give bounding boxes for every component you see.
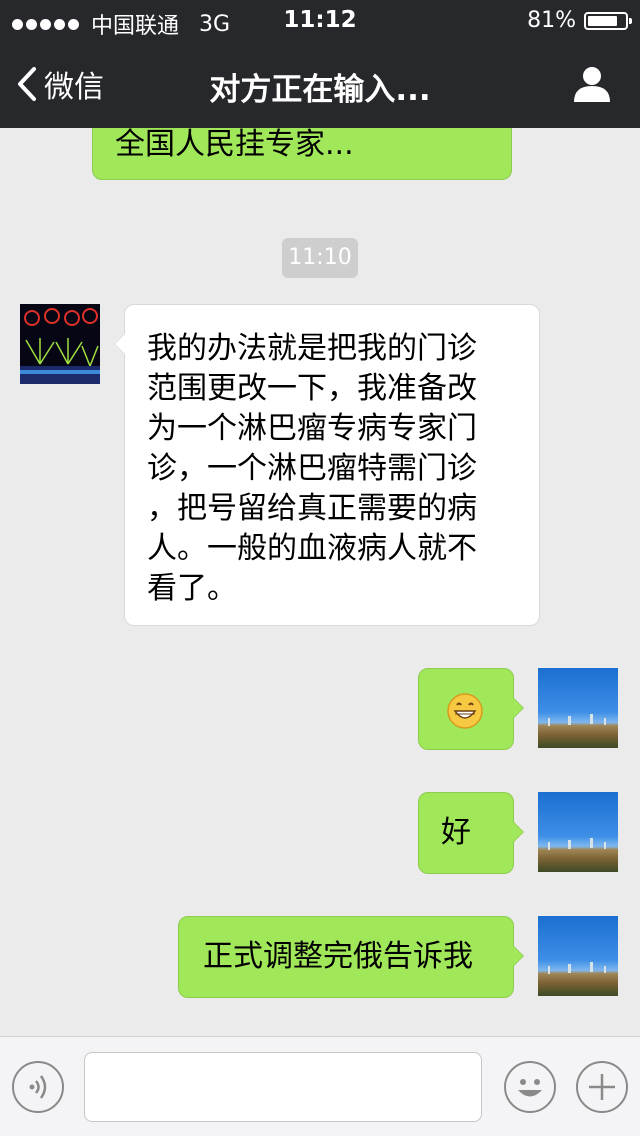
message-line: 我的办法就是把我的门诊 (147, 331, 477, 366)
my-avatar[interactable] (538, 916, 618, 996)
chat-title: 对方正在输入... (209, 72, 431, 108)
received-message-bubble[interactable]: 我的办法就是把我的门诊 范围更改一下，我准备改 为一个淋巴瘤专病专家门 诊，一个淋巴瘤… (114, 304, 540, 626)
sent-message-bubble[interactable]: 正式调整完俄告诉我 (178, 916, 524, 998)
message-text: 好 (441, 815, 471, 850)
landscape-avatar-image (548, 714, 606, 726)
battery-icon (584, 11, 632, 30)
message-line: 诊，一个淋巴瘤特需门诊 (147, 451, 477, 486)
message-line: 看了。 (147, 571, 237, 606)
message-input[interactable] (84, 1052, 482, 1122)
message-line: 人。一般的血液病人就不 (147, 531, 477, 566)
my-avatar[interactable] (538, 792, 618, 872)
contact-avatar[interactable] (20, 304, 100, 384)
emoji-icon (518, 1079, 542, 1097)
profile-button[interactable] (572, 64, 612, 108)
message-line: ，把号留给真正需要的病 (147, 491, 477, 526)
emoji-button[interactable] (504, 1061, 556, 1113)
sent-message-bubble[interactable] (418, 668, 524, 750)
my-avatar[interactable] (538, 668, 618, 748)
status-right: 81% (527, 8, 632, 33)
message-line: 范围更改一下，我准备改 (147, 371, 477, 406)
person-icon (574, 67, 610, 102)
status-bar: 中国联通 3G 11:12 81% (0, 0, 640, 40)
landscape-avatar-image (548, 838, 606, 850)
top-bar: 中国联通 3G 11:12 81% 微信 对方正在输入... (0, 0, 640, 128)
battery-percent: 81% (527, 8, 576, 33)
message-text: 全国人民挂专家... (115, 127, 354, 162)
landscape-avatar-image (548, 962, 606, 974)
message-text: 正式调整完俄告诉我 (203, 939, 473, 974)
sent-message-bubble[interactable]: 好 (418, 792, 524, 874)
add-button[interactable] (576, 1061, 628, 1113)
voice-icon (29, 1075, 47, 1099)
plus-icon (589, 1074, 615, 1100)
message-line: 为一个淋巴瘤专病专家门 (147, 411, 477, 446)
fireworks-avatar-image (20, 304, 100, 384)
grinning-face-emoji (447, 693, 483, 729)
voice-button[interactable] (12, 1061, 64, 1113)
input-bar (0, 1036, 640, 1136)
message-text: 我的办法就是把我的门诊 范围更改一下，我准备改 为一个淋巴瘤专病专家门 诊，一个淋巴瘤… (147, 329, 517, 609)
nav-bar: 微信 对方正在输入... (0, 40, 640, 128)
chat-timestamp: 11:10 (282, 238, 358, 278)
